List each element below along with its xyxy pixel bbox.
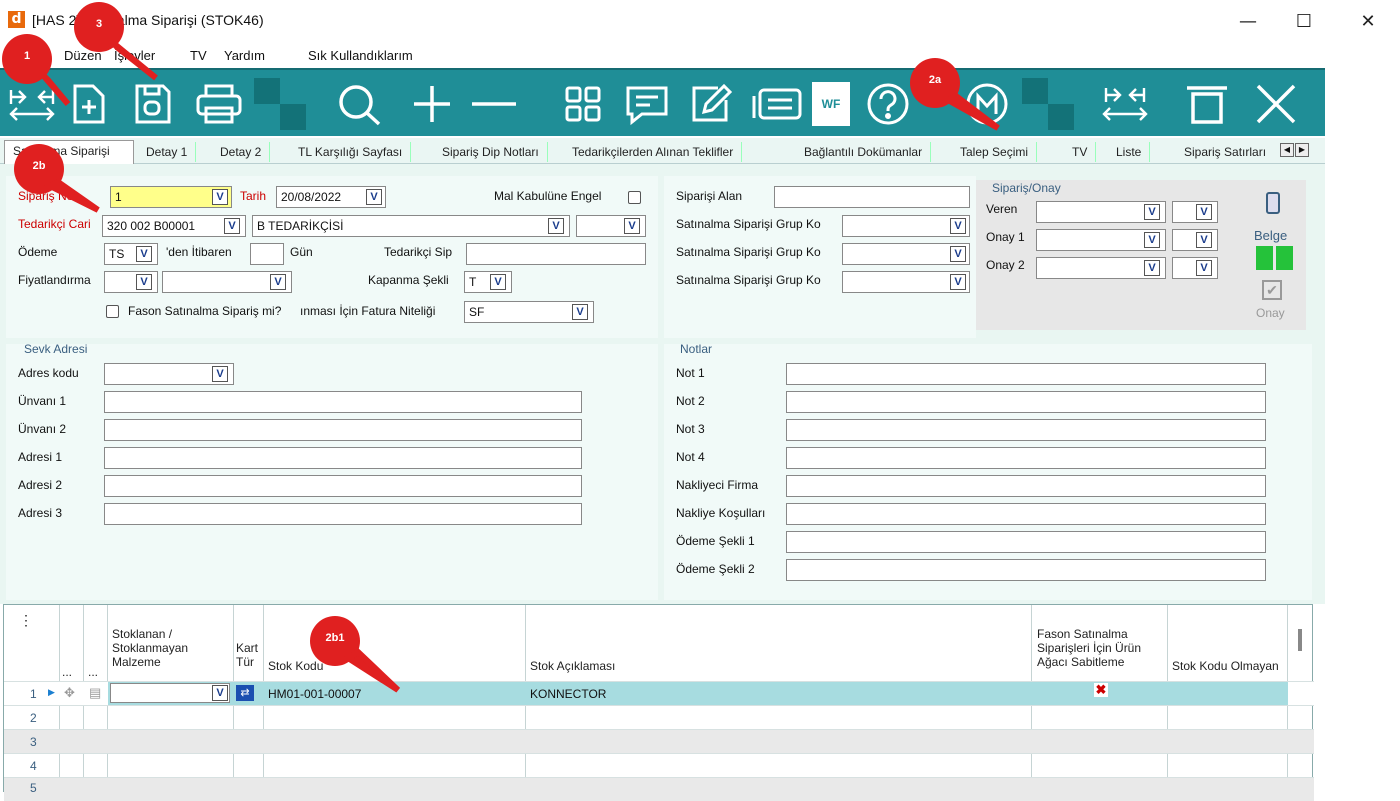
annotation-pointers	[39, 39, 1000, 693]
